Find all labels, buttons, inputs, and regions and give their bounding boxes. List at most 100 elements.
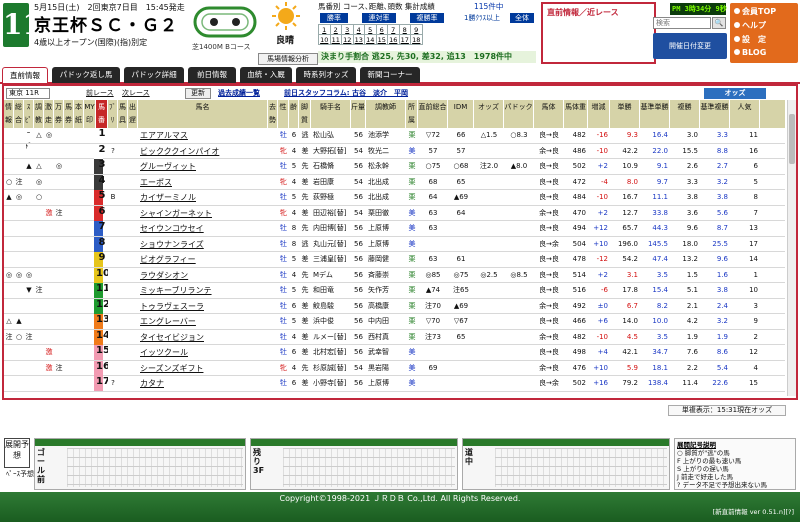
cell-jockey[interactable]: 岩田康: [311, 175, 351, 190]
table-scrollbar[interactable]: [787, 100, 796, 396]
cell-jockey[interactable]: 小野寺[替]: [311, 376, 351, 391]
table-row[interactable]: 12 トゥラヴェスーラ 牡 6 差鮫島駿 56 高橋康栗注70 ▲69 余→良 492 ±0 6.7 8…: [4, 298, 785, 314]
stats-cell[interactable]: 9: [410, 24, 423, 35]
horse-name-link[interactable]: エアアルマス: [138, 128, 268, 143]
cell-trainer[interactable]: 上原博: [366, 237, 406, 252]
column-header[interactable]: 情報: [4, 100, 14, 128]
horse-name-link[interactable]: カタナ: [138, 376, 268, 391]
cell-trainer[interactable]: 中内田: [366, 314, 406, 329]
horse-name-link[interactable]: ミッキーブリランテ: [138, 283, 268, 298]
stats-cell[interactable]: 15: [375, 34, 388, 45]
column-header[interactable]: 齢: [289, 100, 299, 128]
change-date-button[interactable]: 開催日付変更: [653, 33, 727, 59]
column-header[interactable]: 斤量: [351, 100, 366, 128]
stats-cell[interactable]: 13: [352, 34, 365, 45]
menu-member-top[interactable]: 会員TOP: [734, 6, 776, 17]
column-header[interactable]: 馬番: [96, 100, 108, 128]
cell-jockey[interactable]: 杉原誠[替]: [311, 361, 351, 376]
column-header[interactable]: IDM: [448, 100, 474, 128]
cell-trainer[interactable]: 矢作芳: [366, 283, 406, 298]
cell-trainer[interactable]: 北出成: [366, 175, 406, 190]
staff-column-link[interactable]: 前日スタッフコラム: 古谷 淡介 平岡: [284, 88, 408, 99]
cell-trainer[interactable]: 上原博: [366, 376, 406, 391]
column-header[interactable]: 脚質: [299, 100, 311, 128]
cell-jockey[interactable]: 浜中俊: [311, 314, 351, 329]
update-button[interactable]: 更新: [185, 88, 211, 99]
column-header[interactable]: 馬具: [118, 100, 128, 128]
stats-cell[interactable]: 17: [398, 34, 411, 45]
race-select[interactable]: 東京 11R: [6, 88, 50, 99]
horse-name-link[interactable]: ビオグラフィー: [138, 252, 268, 267]
stats-cell[interactable]: 7: [387, 24, 400, 35]
column-header[interactable]: 人気: [730, 100, 760, 128]
column-header[interactable]: ﾌﾞﾘ: [108, 100, 118, 128]
horse-name-link[interactable]: ラウダシオン: [138, 268, 268, 283]
place-rate-button[interactable]: 連対率: [362, 13, 396, 23]
cell-jockey[interactable]: 石橋脩: [311, 159, 351, 174]
cell-jockey[interactable]: 丸山元[替]: [311, 237, 351, 252]
column-header[interactable]: 増減: [588, 100, 610, 128]
cell-jockey[interactable]: 松山弘: [311, 128, 351, 143]
cell-trainer[interactable]: 牧光二: [366, 144, 406, 159]
search-icon[interactable]: 🔍: [712, 17, 726, 29]
table-row[interactable]: 激注 6 シャインガーネット 牝 4 差田辺裕[替] 54 栗田徹美 63 64 余→良 470 +2 1…: [4, 205, 785, 221]
column-header[interactable]: 単勝: [610, 100, 640, 128]
stats-cell[interactable]: 4: [352, 24, 365, 35]
column-header[interactable]: 馬体: [534, 100, 564, 128]
odds-button[interactable]: オッズ: [704, 88, 766, 99]
column-header[interactable]: 直前総合: [418, 100, 448, 128]
table-row[interactable]: 激注 16 シーズンズギフト牝 4 先杉原誠[替] 54 黒岩陽美 69 余→良 476 +10 5.…: [4, 360, 785, 376]
table-row[interactable]: ▼ 注 11 ミッキーブリランテ 牡 5 先和田竜 56 矢作芳栗 ▲74 注65 良→良 516 -6 1…: [4, 283, 785, 299]
column-header[interactable]: 馬名: [138, 100, 268, 128]
cell-jockey[interactable]: 北村宏[替]: [311, 345, 351, 360]
menu-settings[interactable]: 設 定: [734, 34, 766, 45]
show-rate-button[interactable]: 複勝率: [410, 13, 444, 23]
next-race-link[interactable]: 次レース: [122, 88, 150, 99]
column-header[interactable]: 去勢: [268, 100, 278, 128]
table-row[interactable]: ◎ ◎ ◎ 10 ラウダシオン牡 4 先 Mデム 56 斉藤崇栗 ◎85 ◎75 ◎2.5 ◎8.5 良→良…: [4, 267, 785, 283]
horse-name-link[interactable]: カイザーミノル: [138, 190, 268, 205]
stats-cell[interactable]: 18: [410, 34, 423, 45]
horse-name-link[interactable]: ビックククインパイオ: [138, 144, 268, 159]
column-header[interactable]: 基準複勝: [700, 100, 730, 128]
cell-trainer[interactable]: 北出成: [366, 190, 406, 205]
cell-trainer[interactable]: 池添学: [366, 128, 406, 143]
horse-name-link[interactable]: シーズンズギフト: [138, 361, 268, 376]
stats-cell[interactable]: 2: [329, 24, 342, 35]
track-analysis-tab[interactable]: 馬場情報分析: [258, 53, 318, 65]
cell-jockey[interactable]: 大野拓[替]: [311, 144, 351, 159]
table-row[interactable]: ▲ △ ◎ 3 グルーヴィット 牡 5 先石橋脩 56 松永幹栗 ○75 ○68 注2.0 ▲8.0 良→良…: [4, 159, 785, 175]
horse-name-link[interactable]: グルーヴィット: [138, 159, 268, 174]
table-row[interactable]: ○ 注 ◎ 4 エーポス牝 4 差岩田康 54 北出成栗 68 65 良→良 472 -4 8.0 9.7 3.…: [4, 174, 785, 190]
table-row[interactable]: 2? ビックククインパイオ 牝 4 差大野拓[替] 54 牧光二美 57 57 余→良 486 -10…: [4, 143, 785, 159]
table-row[interactable]: 17? カタナ 牡 6 差小野寺[替] 56 上原博美 良→余 502 +16 79.2 138.4 1…: [4, 376, 785, 392]
cell-jockey[interactable]: 田辺裕[替]: [311, 206, 351, 221]
scrollbar-thumb[interactable]: [789, 114, 795, 164]
horse-name-link[interactable]: ショウナンライズ: [138, 237, 268, 252]
table-row[interactable]: 注 ○ 注 14 タイセイビジョン 牡 4 差ルメー[替] 56 西村真栗注73 65 余→良 482 -…: [4, 329, 785, 345]
horse-name-link[interactable]: セイウンコウセイ: [138, 221, 268, 236]
stats-cell[interactable]: 1: [318, 24, 331, 35]
tab-paddock-detail[interactable]: パドック詳細: [124, 67, 184, 83]
cell-trainer[interactable]: 高橋康: [366, 299, 406, 314]
horse-name-link[interactable]: エーポス: [138, 175, 268, 190]
class-filter-button[interactable]: 1勝ｸﾗｽ以上: [460, 13, 504, 23]
column-header[interactable]: MY印: [84, 100, 96, 128]
tab-previous-day[interactable]: 前日情報: [188, 67, 236, 83]
tab-direct-info[interactable]: 直前情報: [2, 67, 48, 83]
column-header[interactable]: 総合: [14, 100, 24, 128]
table-row[interactable]: ▲ ◎ ○ 5 B カイザーミノル牡 5 先荻野極 56 北出成栗 64 ▲69 良→良 484 -10 16…: [4, 190, 785, 206]
cell-trainer[interactable]: 斉藤崇: [366, 268, 406, 283]
column-header[interactable]: 性: [278, 100, 289, 128]
cell-trainer[interactable]: 武幸智: [366, 345, 406, 360]
column-header[interactable]: ｽﾋﾟｰﾄﾞ: [24, 100, 34, 150]
cell-trainer[interactable]: 栗田徹: [366, 206, 406, 221]
horse-name-link[interactable]: イッツクール: [138, 345, 268, 360]
cell-trainer[interactable]: 黒岩陽: [366, 361, 406, 376]
table-row[interactable]: 8 ショウナンライズ牡 8 逃丸山元[替] 56 上原博美良→余 504 +10 196.0 14…: [4, 236, 785, 252]
cell-trainer[interactable]: 上原博: [366, 221, 406, 236]
column-header[interactable]: パドック: [504, 100, 534, 128]
column-header[interactable]: 激走: [44, 100, 54, 128]
column-header[interactable]: 複勝: [670, 100, 700, 128]
table-row[interactable]: △ ◎ 1 エアアルマス 牡 6 逃松山弘 56 池添学栗 ▽72 66 △1.5 ○8.3 良→良 482…: [4, 128, 785, 144]
